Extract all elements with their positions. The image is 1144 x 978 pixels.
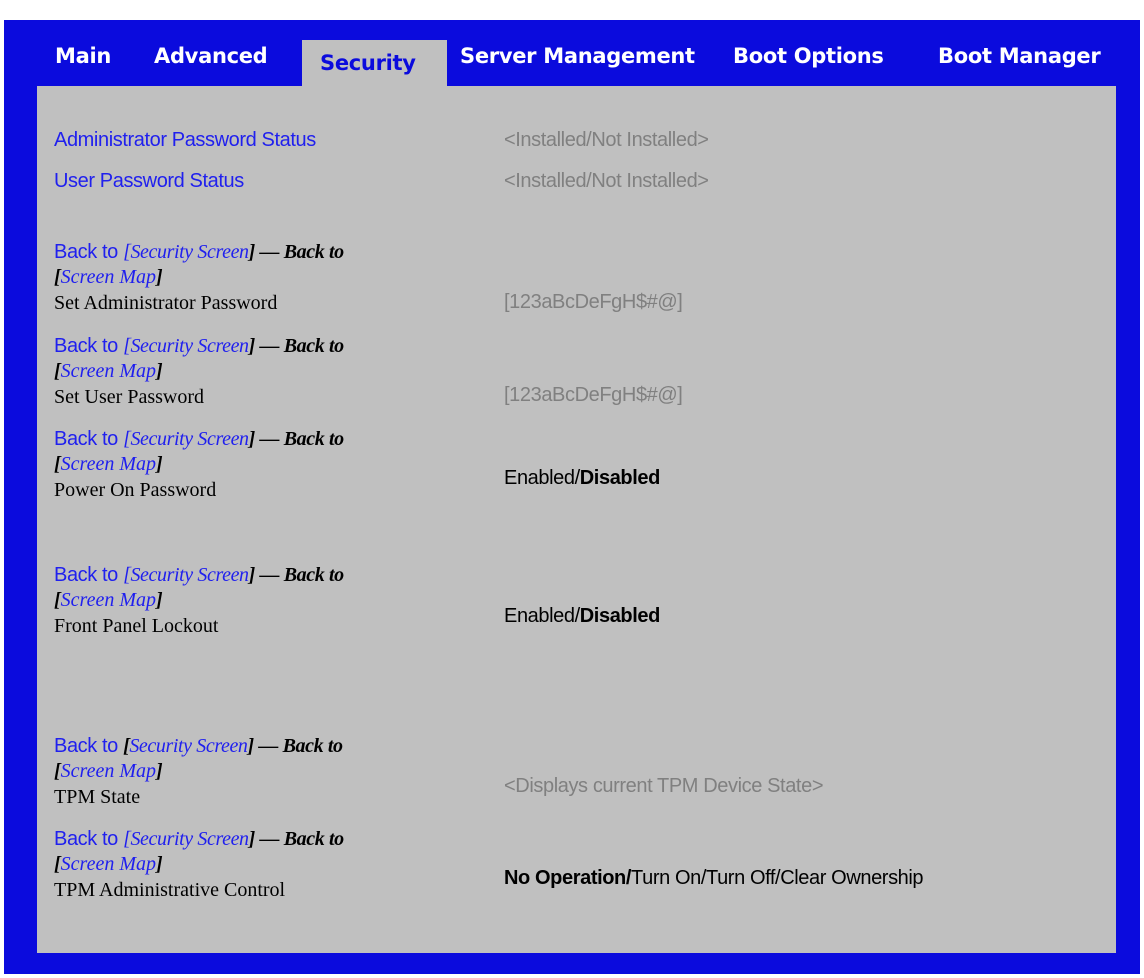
bios-frame: Main Advanced Security Server Management… [4, 20, 1140, 974]
option-text: Enabled/ [504, 605, 580, 627]
back-to-text: Back to [54, 241, 124, 263]
setting-name: TPM State [54, 786, 141, 808]
screen-map-link[interactable]: Screen Map [61, 853, 156, 875]
security-screen-link[interactable]: Security Screen [130, 428, 249, 450]
setting-name: TPM Administrative Control [54, 879, 286, 901]
admin-password-status-label: Administrator Password Status [54, 129, 316, 151]
screen-map-link[interactable]: Screen Map [61, 266, 156, 288]
back-to-text: Back to [54, 564, 124, 586]
bracket: ] [156, 266, 163, 288]
admin-password-value[interactable]: [123aBcDeFgH$#@] [504, 291, 683, 314]
user-password-value[interactable]: [123aBcDeFgH$#@] [504, 384, 683, 407]
option-default-text: Disabled [579, 467, 661, 489]
bracket: ] [156, 360, 163, 382]
tab-main[interactable]: Main [55, 44, 111, 68]
bracket: ] [156, 760, 163, 782]
setting-front-panel-lockout[interactable]: Back to [Security Screen] — Back to [Scr… [54, 563, 474, 639]
screen-map-link[interactable]: Screen Map [61, 453, 156, 475]
bracket: [ [54, 853, 61, 875]
bracket: ] [156, 853, 163, 875]
setting-tpm-admin-control[interactable]: Back to [Security Screen] — Back to [Scr… [54, 827, 474, 903]
screen-map-link[interactable]: Screen Map [61, 760, 156, 782]
screen-map-link[interactable]: Screen Map [61, 360, 156, 382]
setting-set-admin-password[interactable]: Back to [Security Screen] — Back to [Scr… [54, 240, 474, 316]
bracket: [ [54, 360, 61, 382]
tab-boot-manager[interactable]: Boot Manager [938, 44, 1101, 68]
tab-bar: Main Advanced Security Server Management… [4, 20, 1140, 87]
tpm-admin-control-value[interactable]: No Operation/Turn On/Turn Off/Clear Owne… [504, 867, 924, 890]
bracket: [ [54, 266, 61, 288]
bracket: [ [54, 589, 61, 611]
back-to-text: — Back to [253, 735, 343, 757]
bracket: [ [54, 453, 61, 475]
back-to-text: — Back to [254, 335, 345, 357]
option-default-text: Disabled [579, 605, 661, 627]
back-to-text: — Back to [254, 241, 345, 263]
option-default-text: No Operation/ [504, 867, 632, 889]
user-password-status-value: <Installed/Not Installed> [504, 170, 709, 192]
back-to-text: Back to [54, 735, 124, 757]
admin-password-status-value: <Installed/Not Installed> [504, 129, 709, 151]
security-screen-link[interactable]: Security Screen [130, 564, 249, 586]
tab-boot-options[interactable]: Boot Options [733, 44, 884, 68]
back-to-text: — Back to [254, 564, 345, 586]
power-on-password-value[interactable]: Enabled/Disabled [504, 467, 660, 490]
back-to-text: Back to [54, 335, 124, 357]
bracket: [ [54, 760, 61, 782]
security-screen-link[interactable]: Security Screen [130, 828, 249, 850]
setting-name: Set Administrator Password [54, 292, 278, 314]
tab-security[interactable]: Security [302, 40, 447, 87]
tpm-state-value: <Displays current TPM Device State> [504, 775, 824, 797]
security-screen-link[interactable]: Security Screen [129, 735, 248, 757]
setting-power-on-password[interactable]: Back to [Security Screen] — Back to [Scr… [54, 427, 474, 503]
option-text: Enabled/ [504, 467, 580, 489]
security-panel: Administrator Password Status <Installed… [37, 86, 1116, 953]
security-screen-link[interactable]: Security Screen [130, 335, 249, 357]
back-to-text: — Back to [254, 428, 345, 450]
setting-set-user-password[interactable]: Back to [Security Screen] — Back to [Scr… [54, 334, 474, 410]
setting-name: Set User Password [54, 386, 204, 408]
tab-advanced[interactable]: Advanced [154, 44, 268, 68]
back-to-text: Back to [54, 428, 124, 450]
setting-name: Power On Password [54, 479, 217, 501]
bracket: ] [156, 589, 163, 611]
setting-tpm-state[interactable]: Back to [Security Screen] — Back to [Scr… [54, 734, 474, 810]
screen-map-link[interactable]: Screen Map [61, 589, 156, 611]
user-password-status-label: User Password Status [54, 170, 244, 192]
front-panel-lockout-value[interactable]: Enabled/Disabled [504, 605, 660, 628]
bracket: ] [156, 453, 163, 475]
security-screen-link[interactable]: Security Screen [130, 241, 249, 263]
back-to-text: — Back to [254, 828, 345, 850]
setting-name: Front Panel Lockout [54, 615, 219, 637]
back-to-text: Back to [54, 828, 124, 850]
tab-server-management[interactable]: Server Management [460, 44, 695, 68]
option-text: Turn On/Turn Off/Clear Ownership [631, 867, 924, 889]
